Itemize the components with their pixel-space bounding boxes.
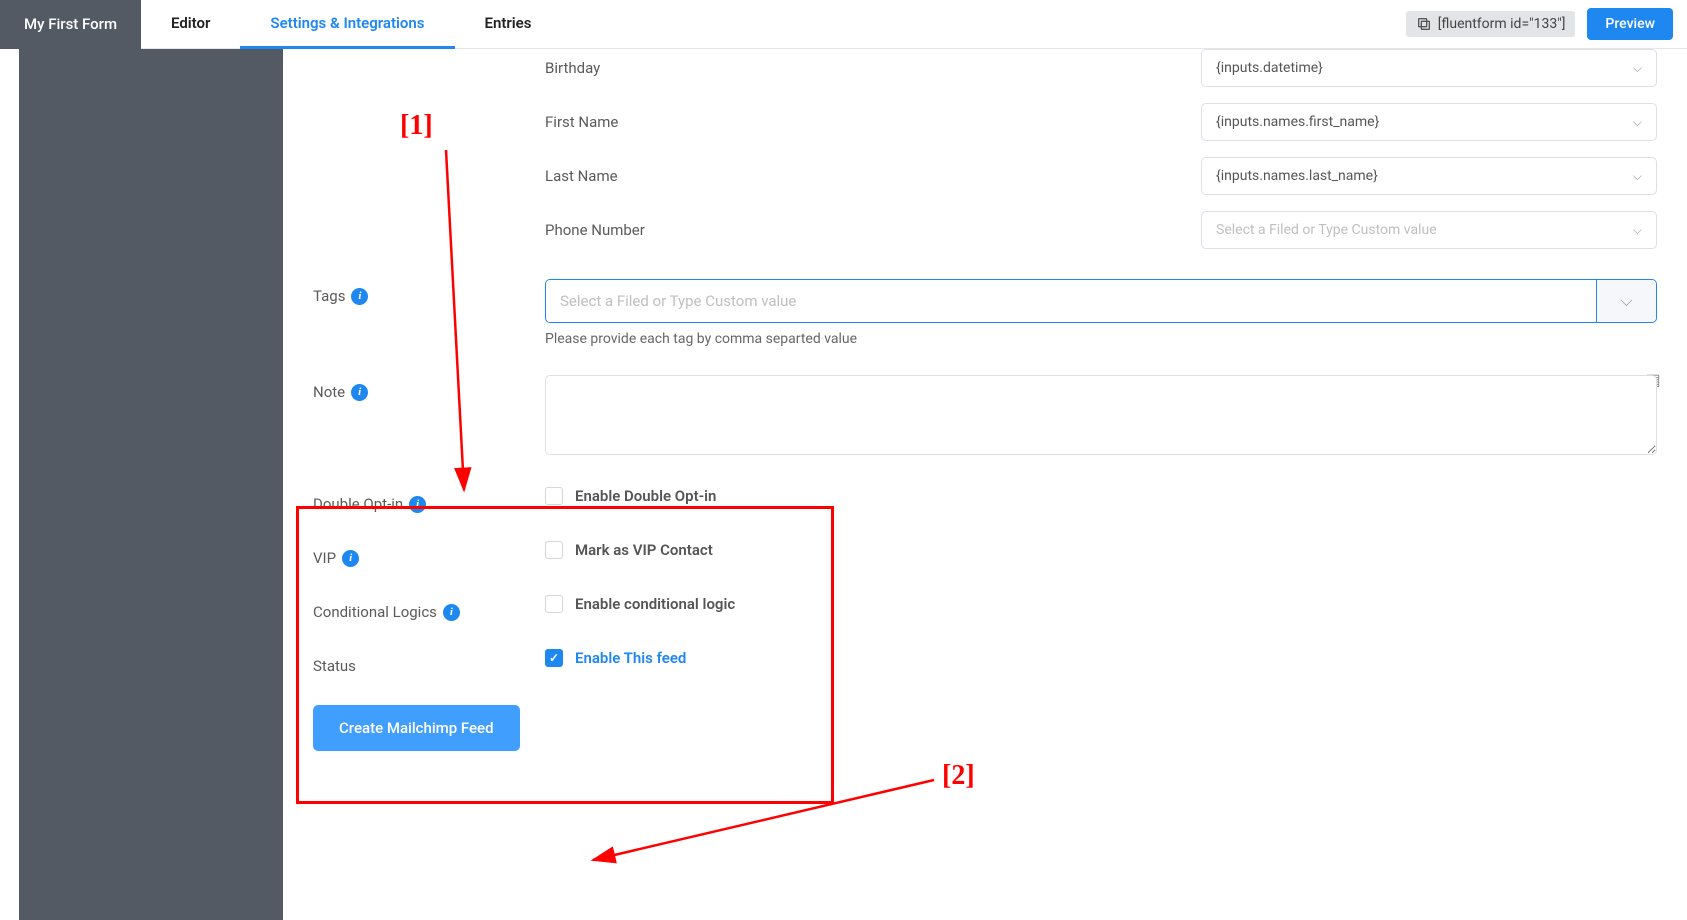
map-label-birthday: Birthday: [545, 59, 600, 77]
note-textarea[interactable]: [545, 375, 1657, 455]
map-label-first-name: First Name: [545, 113, 618, 131]
map-label-last-name: Last Name: [545, 167, 618, 185]
double-optin-checkbox[interactable]: [545, 487, 563, 505]
map-value-birthday: {inputs.datetime}: [1216, 60, 1323, 76]
map-select-first-name[interactable]: {inputs.names.first_name} ⌵: [1201, 103, 1657, 141]
map-placeholder-phone: Select a Filed or Type Custom value: [1216, 222, 1437, 238]
tags-input-wrapper: ⌵: [545, 279, 1657, 323]
tab-settings-integrations[interactable]: Settings & Integrations: [240, 0, 454, 49]
map-label-phone: Phone Number: [545, 221, 645, 239]
chevron-down-icon: ⌵: [1633, 115, 1642, 130]
info-icon[interactable]: i: [443, 604, 460, 621]
status-checkbox-label: Enable This feed: [575, 649, 686, 667]
shortcode-text: [fluentform id="133"]: [1438, 16, 1566, 32]
tags-help-text: Please provide each tag by comma separte…: [545, 331, 1657, 347]
info-icon[interactable]: i: [351, 384, 368, 401]
conditional-checkbox-label: Enable conditional logic: [575, 595, 735, 613]
status-label: Status: [313, 657, 356, 675]
map-value-last-name: {inputs.names.last_name}: [1216, 168, 1378, 184]
note-label: Note: [313, 383, 345, 401]
chevron-down-icon: ⌵: [1633, 223, 1642, 238]
copy-icon: [1416, 16, 1432, 32]
conditional-checkbox[interactable]: [545, 595, 563, 613]
chevron-down-icon: ⌵: [1620, 291, 1632, 311]
status-checkbox[interactable]: ✓: [545, 649, 563, 667]
info-icon[interactable]: i: [409, 496, 426, 513]
tab-editor[interactable]: Editor: [141, 0, 240, 49]
shortcode-copy[interactable]: [fluentform id="133"]: [1406, 11, 1576, 37]
tags-dropdown-toggle[interactable]: ⌵: [1596, 280, 1656, 322]
chevron-down-icon: ⌵: [1633, 169, 1642, 184]
conditional-label: Conditional Logics: [313, 603, 437, 621]
main-content: Birthday {inputs.datetime} ⌵ First Name …: [283, 49, 1687, 920]
map-select-birthday[interactable]: {inputs.datetime} ⌵: [1201, 49, 1657, 87]
preview-button[interactable]: Preview: [1587, 8, 1673, 40]
chevron-down-icon: ⌵: [1633, 61, 1642, 76]
info-icon[interactable]: i: [351, 288, 368, 305]
vip-checkbox-label: Mark as VIP Contact: [575, 541, 713, 559]
tags-label: Tags: [313, 287, 345, 305]
create-mailchimp-feed-button[interactable]: Create Mailchimp Feed: [313, 705, 520, 751]
double-optin-checkbox-label: Enable Double Opt-in: [575, 487, 716, 505]
vip-checkbox[interactable]: [545, 541, 563, 559]
map-select-last-name[interactable]: {inputs.names.last_name} ⌵: [1201, 157, 1657, 195]
form-title: My First Form: [0, 0, 141, 49]
vip-label: VIP: [313, 549, 336, 567]
map-select-phone[interactable]: Select a Filed or Type Custom value ⌵: [1201, 211, 1657, 249]
sidebar: [19, 49, 283, 920]
double-optin-label: Double Opt-in: [313, 495, 403, 513]
tab-entries[interactable]: Entries: [455, 0, 562, 49]
map-value-first-name: {inputs.names.first_name}: [1216, 114, 1379, 130]
info-icon[interactable]: i: [342, 550, 359, 567]
tags-input[interactable]: [546, 280, 1596, 322]
